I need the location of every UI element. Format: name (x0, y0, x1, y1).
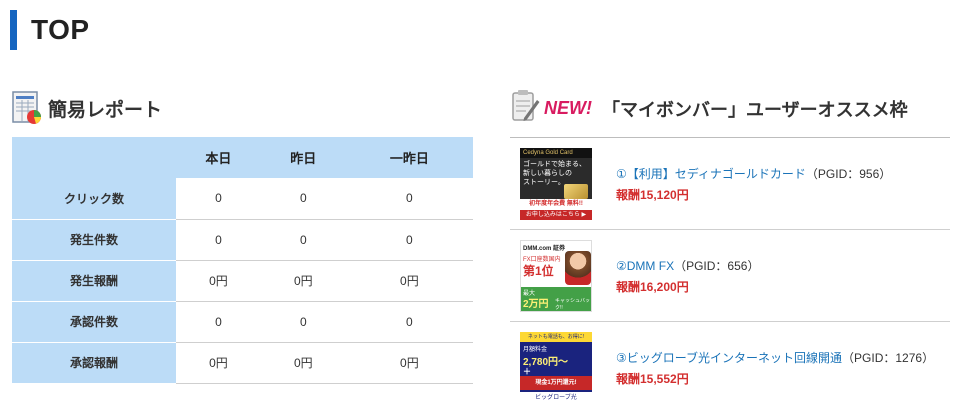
recommend-title: 「マイボンバー」ユーザーオススメ枠 (602, 99, 908, 120)
row-label-occurrences: 発生件数 (12, 219, 176, 261)
offer-link-biglobe[interactable]: ③ビッグローブ光インターネット回線開通 (616, 351, 842, 365)
column-yesterday: 昨日 (260, 137, 346, 178)
banner-text: 2万円 (523, 298, 549, 310)
table-cell: 0円 (345, 342, 473, 384)
table-row: クリック数 0 0 0 (12, 178, 473, 220)
table-row: 発生報酬 0円 0円 0円 (12, 260, 473, 302)
table-cell: 0円 (260, 260, 346, 302)
banner-text: ビッグローブ光 (520, 391, 592, 404)
offer-link-cedyna[interactable]: ①【利用】セディナゴールドカード (616, 167, 806, 181)
table-cell: 0 (260, 219, 346, 261)
model-photo-icon (565, 250, 591, 285)
table-cell: 0 (260, 301, 346, 343)
list-item: ネットも電話も、お得に! 月額料金 2,780円～ ＋ 現金1万円還元! ビッグ… (510, 322, 950, 405)
banner-text: 第1位 (523, 263, 554, 278)
report-header-row: 本日 昨日 一昨日 (12, 137, 473, 178)
table-cell: 0 (345, 219, 473, 261)
table-cell: 0円 (260, 342, 346, 384)
offer-banner-biglobe[interactable]: ネットも電話も、お得に! 月額料金 2,780円～ ＋ 現金1万円還元! ビッグ… (520, 331, 592, 404)
row-label-approved-reward: 承認報酬 (12, 342, 176, 384)
row-label-approvals: 承認件数 (12, 301, 176, 343)
list-item: Cedyna Gold Card ゴールドで始まる、 新しい暮らしの ストーリー… (510, 138, 950, 230)
report-table: 本日 昨日 一昨日 クリック数 0 0 0 発生件数 0 0 0 発生報酬 0円… (12, 137, 473, 384)
offer-reward: 報酬16,200円 (616, 279, 689, 294)
clipboard-pencil-icon (510, 88, 540, 129)
banner-text: 新しい暮らしの (523, 169, 572, 177)
banner-text: Cedyna Gold Card (520, 147, 592, 158)
table-row: 発生件数 0 0 0 (12, 219, 473, 261)
banner-text: キャッシュバック!! (555, 297, 591, 311)
table-row: 承認件数 0 0 0 (12, 301, 473, 343)
offer-pgid: （PGID：956） (805, 166, 892, 181)
table-cell: 0円 (176, 342, 261, 384)
offer-pgid: （PGID：1276） (842, 350, 935, 365)
offer-banner-cedyna[interactable]: Cedyna Gold Card ゴールドで始まる、 新しい暮らしの ストーリー… (520, 147, 592, 220)
table-cell: 0 (345, 301, 473, 343)
column-today: 本日 (176, 137, 261, 178)
row-label-clicks: クリック数 (12, 178, 176, 220)
offer-pgid: （PGID：656） (674, 258, 760, 273)
banner-text: お申し込みはこちら ▶ (520, 209, 592, 220)
table-cell: 0 (176, 219, 261, 261)
page-title-text: TOP (31, 14, 90, 45)
table-row: 承認報酬 0円 0円 0円 (12, 342, 473, 384)
column-day-before-yesterday: 一昨日 (345, 137, 473, 178)
table-cell: 0 (176, 178, 261, 220)
recommend-header: NEW! 「マイボンバー」ユーザーオススメ枠 (510, 88, 950, 138)
report-chart-icon (12, 91, 42, 125)
table-cell: 0円 (345, 260, 473, 302)
new-badge: NEW! (544, 98, 592, 118)
page-title: TOP (10, 10, 90, 50)
offer-reward: 報酬15,552円 (616, 371, 689, 386)
banner-text: DMM.com 証券 (523, 245, 566, 252)
banner-text: ゴールドで始まる、 (523, 160, 586, 168)
banner-text: 月額料金 (523, 346, 548, 353)
report-corner-cell (12, 137, 176, 178)
title-accent-bar (10, 10, 17, 50)
simple-report-title: 簡易レポート (48, 99, 163, 121)
recommend-section: NEW! 「マイボンバー」ユーザーオススメ枠 Cedyna Gold Card … (510, 88, 950, 405)
list-item: DMM.com 証券 FX口座数国内 第1位 最大 2万円 キャッシュバック!!… (510, 230, 950, 322)
offer-link-dmm-fx[interactable]: ②DMM FX (616, 259, 674, 273)
table-cell: 0 (345, 178, 473, 220)
banner-text: ネットも電話も、お得に! (520, 331, 592, 342)
banner-text: 初年度年会費 無料!! (520, 198, 592, 210)
gold-card-icon (564, 183, 588, 199)
table-cell: 0 (260, 178, 346, 220)
table-cell: 0円 (176, 260, 261, 302)
row-label-occurred-reward: 発生報酬 (12, 260, 176, 302)
offer-reward: 報酬15,120円 (616, 187, 689, 202)
offer-banner-dmm-fx[interactable]: DMM.com 証券 FX口座数国内 第1位 最大 2万円 キャッシュバック!! (520, 239, 592, 312)
table-cell: 0 (176, 301, 261, 343)
simple-report-section: 簡易レポート 本日 昨日 一昨日 クリック数 0 0 0 発生件数 0 0 0 … (12, 88, 473, 384)
simple-report-header: 簡易レポート (12, 88, 473, 128)
banner-text: 現金1万円還元! (520, 375, 592, 390)
